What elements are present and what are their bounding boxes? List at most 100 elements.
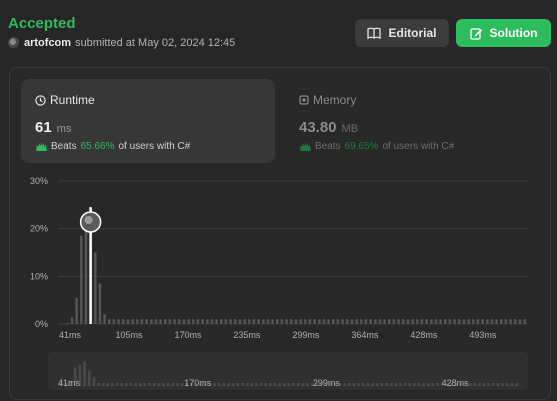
chart-bar[interactable] <box>285 319 288 324</box>
chart-bar[interactable] <box>509 319 512 324</box>
chart-bar[interactable] <box>425 319 428 324</box>
chart-bar[interactable] <box>318 319 321 324</box>
chart-bar[interactable] <box>122 319 125 324</box>
chart-bar[interactable] <box>266 319 270 324</box>
chart-bar[interactable] <box>294 319 298 324</box>
chart-bar[interactable] <box>178 319 181 324</box>
chart-bar[interactable] <box>206 319 209 324</box>
chart-bar[interactable] <box>262 319 265 324</box>
chart-bar[interactable] <box>392 319 396 324</box>
chart-bar[interactable] <box>192 319 195 324</box>
chart-bar[interactable] <box>327 319 330 324</box>
chart-bar[interactable] <box>243 319 246 324</box>
chart-bar[interactable] <box>472 319 475 324</box>
chart-bar[interactable] <box>66 323 69 324</box>
chart-bar[interactable] <box>448 319 452 324</box>
chart-bar[interactable] <box>290 319 293 324</box>
chart-bar[interactable] <box>430 319 433 324</box>
chart-bar[interactable] <box>406 319 410 324</box>
chart-bar[interactable] <box>248 319 251 324</box>
chart-bar[interactable] <box>164 319 167 324</box>
chart-bar[interactable] <box>173 319 176 324</box>
chart-bar[interactable] <box>182 319 186 324</box>
navigator-bar <box>241 383 244 386</box>
chart-bar[interactable] <box>388 319 391 324</box>
chart-bar[interactable] <box>145 319 148 324</box>
chart-bar[interactable] <box>453 319 456 324</box>
chart-bar[interactable] <box>369 319 372 324</box>
chart-bar[interactable] <box>514 319 517 324</box>
chart-bar[interactable] <box>168 319 172 324</box>
chart-bar[interactable] <box>434 319 438 324</box>
chart-bar[interactable] <box>444 319 447 324</box>
chart-bar[interactable] <box>131 319 134 324</box>
chart-bar[interactable] <box>490 319 494 324</box>
chart-bar[interactable] <box>112 319 116 324</box>
chart-bar[interactable] <box>117 319 120 324</box>
chart-bar[interactable] <box>126 319 130 324</box>
chart-bar[interactable] <box>355 319 358 324</box>
chart-bar[interactable] <box>416 319 419 324</box>
chart-bar[interactable] <box>80 235 83 324</box>
chart-bar[interactable] <box>234 319 237 324</box>
chart-bar[interactable] <box>187 319 190 324</box>
chart-bar[interactable] <box>196 319 200 324</box>
chart-bar[interactable] <box>476 319 480 324</box>
chart-bar[interactable] <box>150 319 153 324</box>
chart-bar[interactable] <box>308 319 312 324</box>
runtime-distribution-chart[interactable]: 30% 20% 10% 0% 41ms 105ms 170ms 235ms 299ms 364ms… <box>0 0 557 401</box>
chart-bar[interactable] <box>98 283 102 324</box>
chart-bar[interactable] <box>467 319 470 324</box>
chart-bar[interactable] <box>84 221 88 324</box>
chart-bar[interactable] <box>210 319 214 324</box>
chart-bar[interactable] <box>481 319 484 324</box>
chart-bar[interactable] <box>346 319 349 324</box>
chart-bar[interactable] <box>276 319 279 324</box>
chart-bar[interactable] <box>201 319 204 324</box>
chart-bar[interactable] <box>220 319 223 324</box>
chart-bar[interactable] <box>215 319 218 324</box>
chart-bar[interactable] <box>402 319 405 324</box>
chart-bar[interactable] <box>397 319 400 324</box>
chart-bar[interactable] <box>299 319 302 324</box>
chart-bar[interactable] <box>75 297 78 324</box>
chart-bar[interactable] <box>313 319 316 324</box>
chart-bar[interactable] <box>439 319 442 324</box>
chart-bar[interactable] <box>136 319 139 324</box>
chart-bar[interactable] <box>94 252 97 325</box>
chart-bar[interactable] <box>336 319 340 324</box>
chart-bar[interactable] <box>224 319 228 324</box>
chart-bar[interactable] <box>332 319 335 324</box>
chart-bar[interactable] <box>350 319 354 324</box>
chart-bar[interactable] <box>159 319 162 324</box>
chart-bar[interactable] <box>238 319 242 324</box>
chart-bar[interactable] <box>341 319 344 324</box>
chart-bar[interactable] <box>257 319 260 324</box>
chart-bar[interactable] <box>271 319 274 324</box>
chart-bar[interactable] <box>523 319 526 324</box>
chart-bar[interactable] <box>229 319 232 324</box>
chart-bar[interactable] <box>360 319 363 324</box>
chart-bar[interactable] <box>462 319 466 324</box>
chart-bar[interactable] <box>383 319 386 324</box>
chart-bar[interactable] <box>108 319 111 324</box>
chart-bar[interactable] <box>495 319 498 324</box>
chart-bar[interactable] <box>103 314 106 324</box>
chart-bar[interactable] <box>458 319 461 324</box>
chart-bar[interactable] <box>304 319 307 324</box>
chart-bar[interactable] <box>154 319 158 324</box>
chart-bar[interactable] <box>140 319 144 324</box>
chart-bar[interactable] <box>280 319 284 324</box>
chart-bar[interactable] <box>378 319 382 324</box>
chart-bar[interactable] <box>500 319 503 324</box>
chart-bar[interactable] <box>374 319 377 324</box>
chart-bar[interactable] <box>518 319 522 324</box>
chart-bar[interactable] <box>486 319 489 324</box>
chart-bar[interactable] <box>252 319 256 324</box>
chart-bar[interactable] <box>504 319 508 324</box>
chart-bar[interactable] <box>420 319 424 324</box>
chart-bar[interactable] <box>411 319 414 324</box>
chart-bar[interactable] <box>70 316 74 324</box>
chart-bar[interactable] <box>322 319 326 324</box>
chart-bar[interactable] <box>364 319 368 324</box>
